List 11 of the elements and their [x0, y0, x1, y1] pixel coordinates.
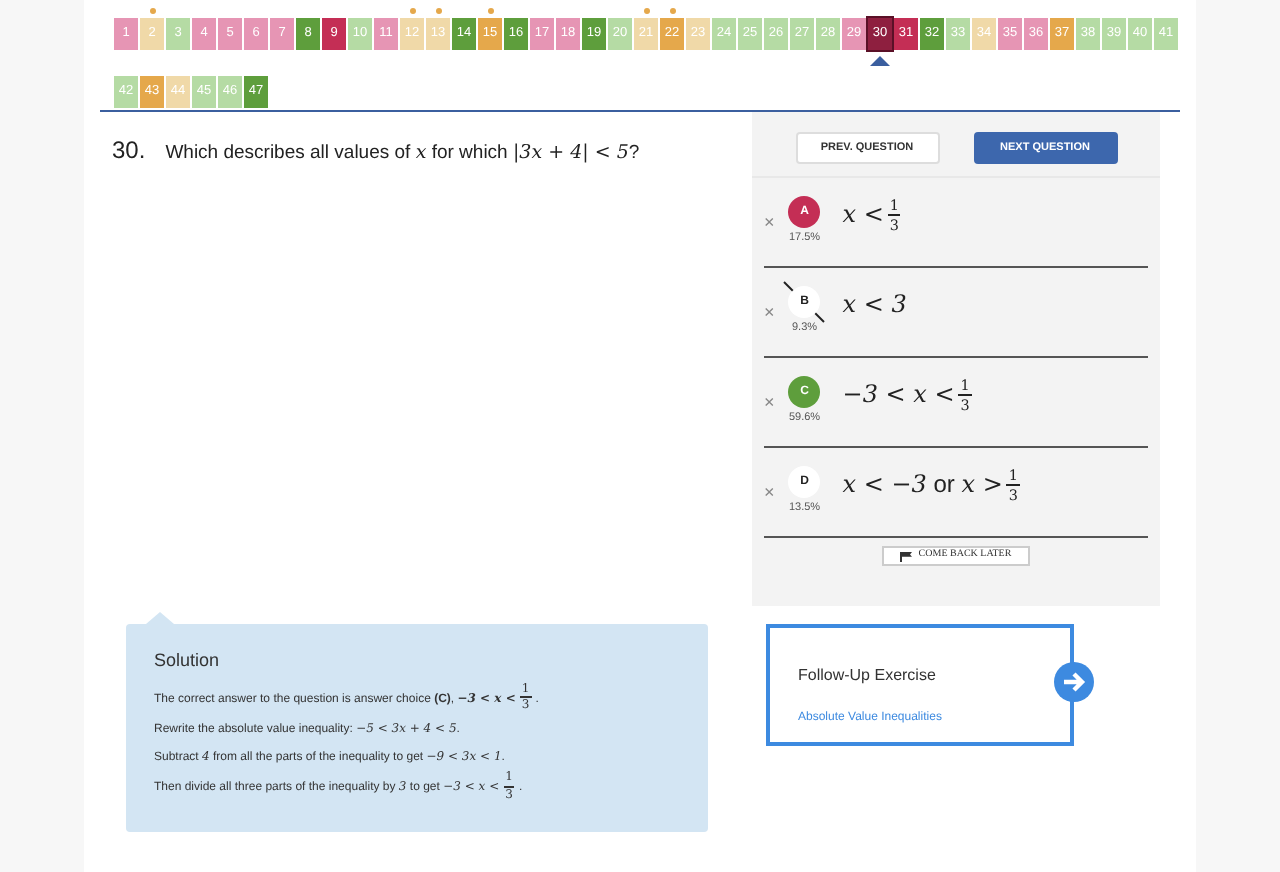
follow-up-title: Follow-Up Exercise	[798, 664, 938, 688]
flag-icon	[900, 551, 913, 561]
solution-title: Solution	[154, 648, 222, 674]
question-number: 30.	[112, 134, 146, 168]
remove-choice-icon[interactable]: ×	[764, 483, 775, 501]
remove-choice-icon[interactable]: ×	[764, 393, 775, 411]
remove-choice-icon[interactable]: ×	[764, 213, 775, 231]
choice-expression: x < 3	[842, 288, 907, 322]
remove-choice-icon[interactable]: ×	[764, 303, 775, 321]
question-text: Which describes all values of x for which |3x + 4| < 5?	[165, 140, 640, 168]
arrow-right-icon[interactable]	[1054, 662, 1094, 702]
